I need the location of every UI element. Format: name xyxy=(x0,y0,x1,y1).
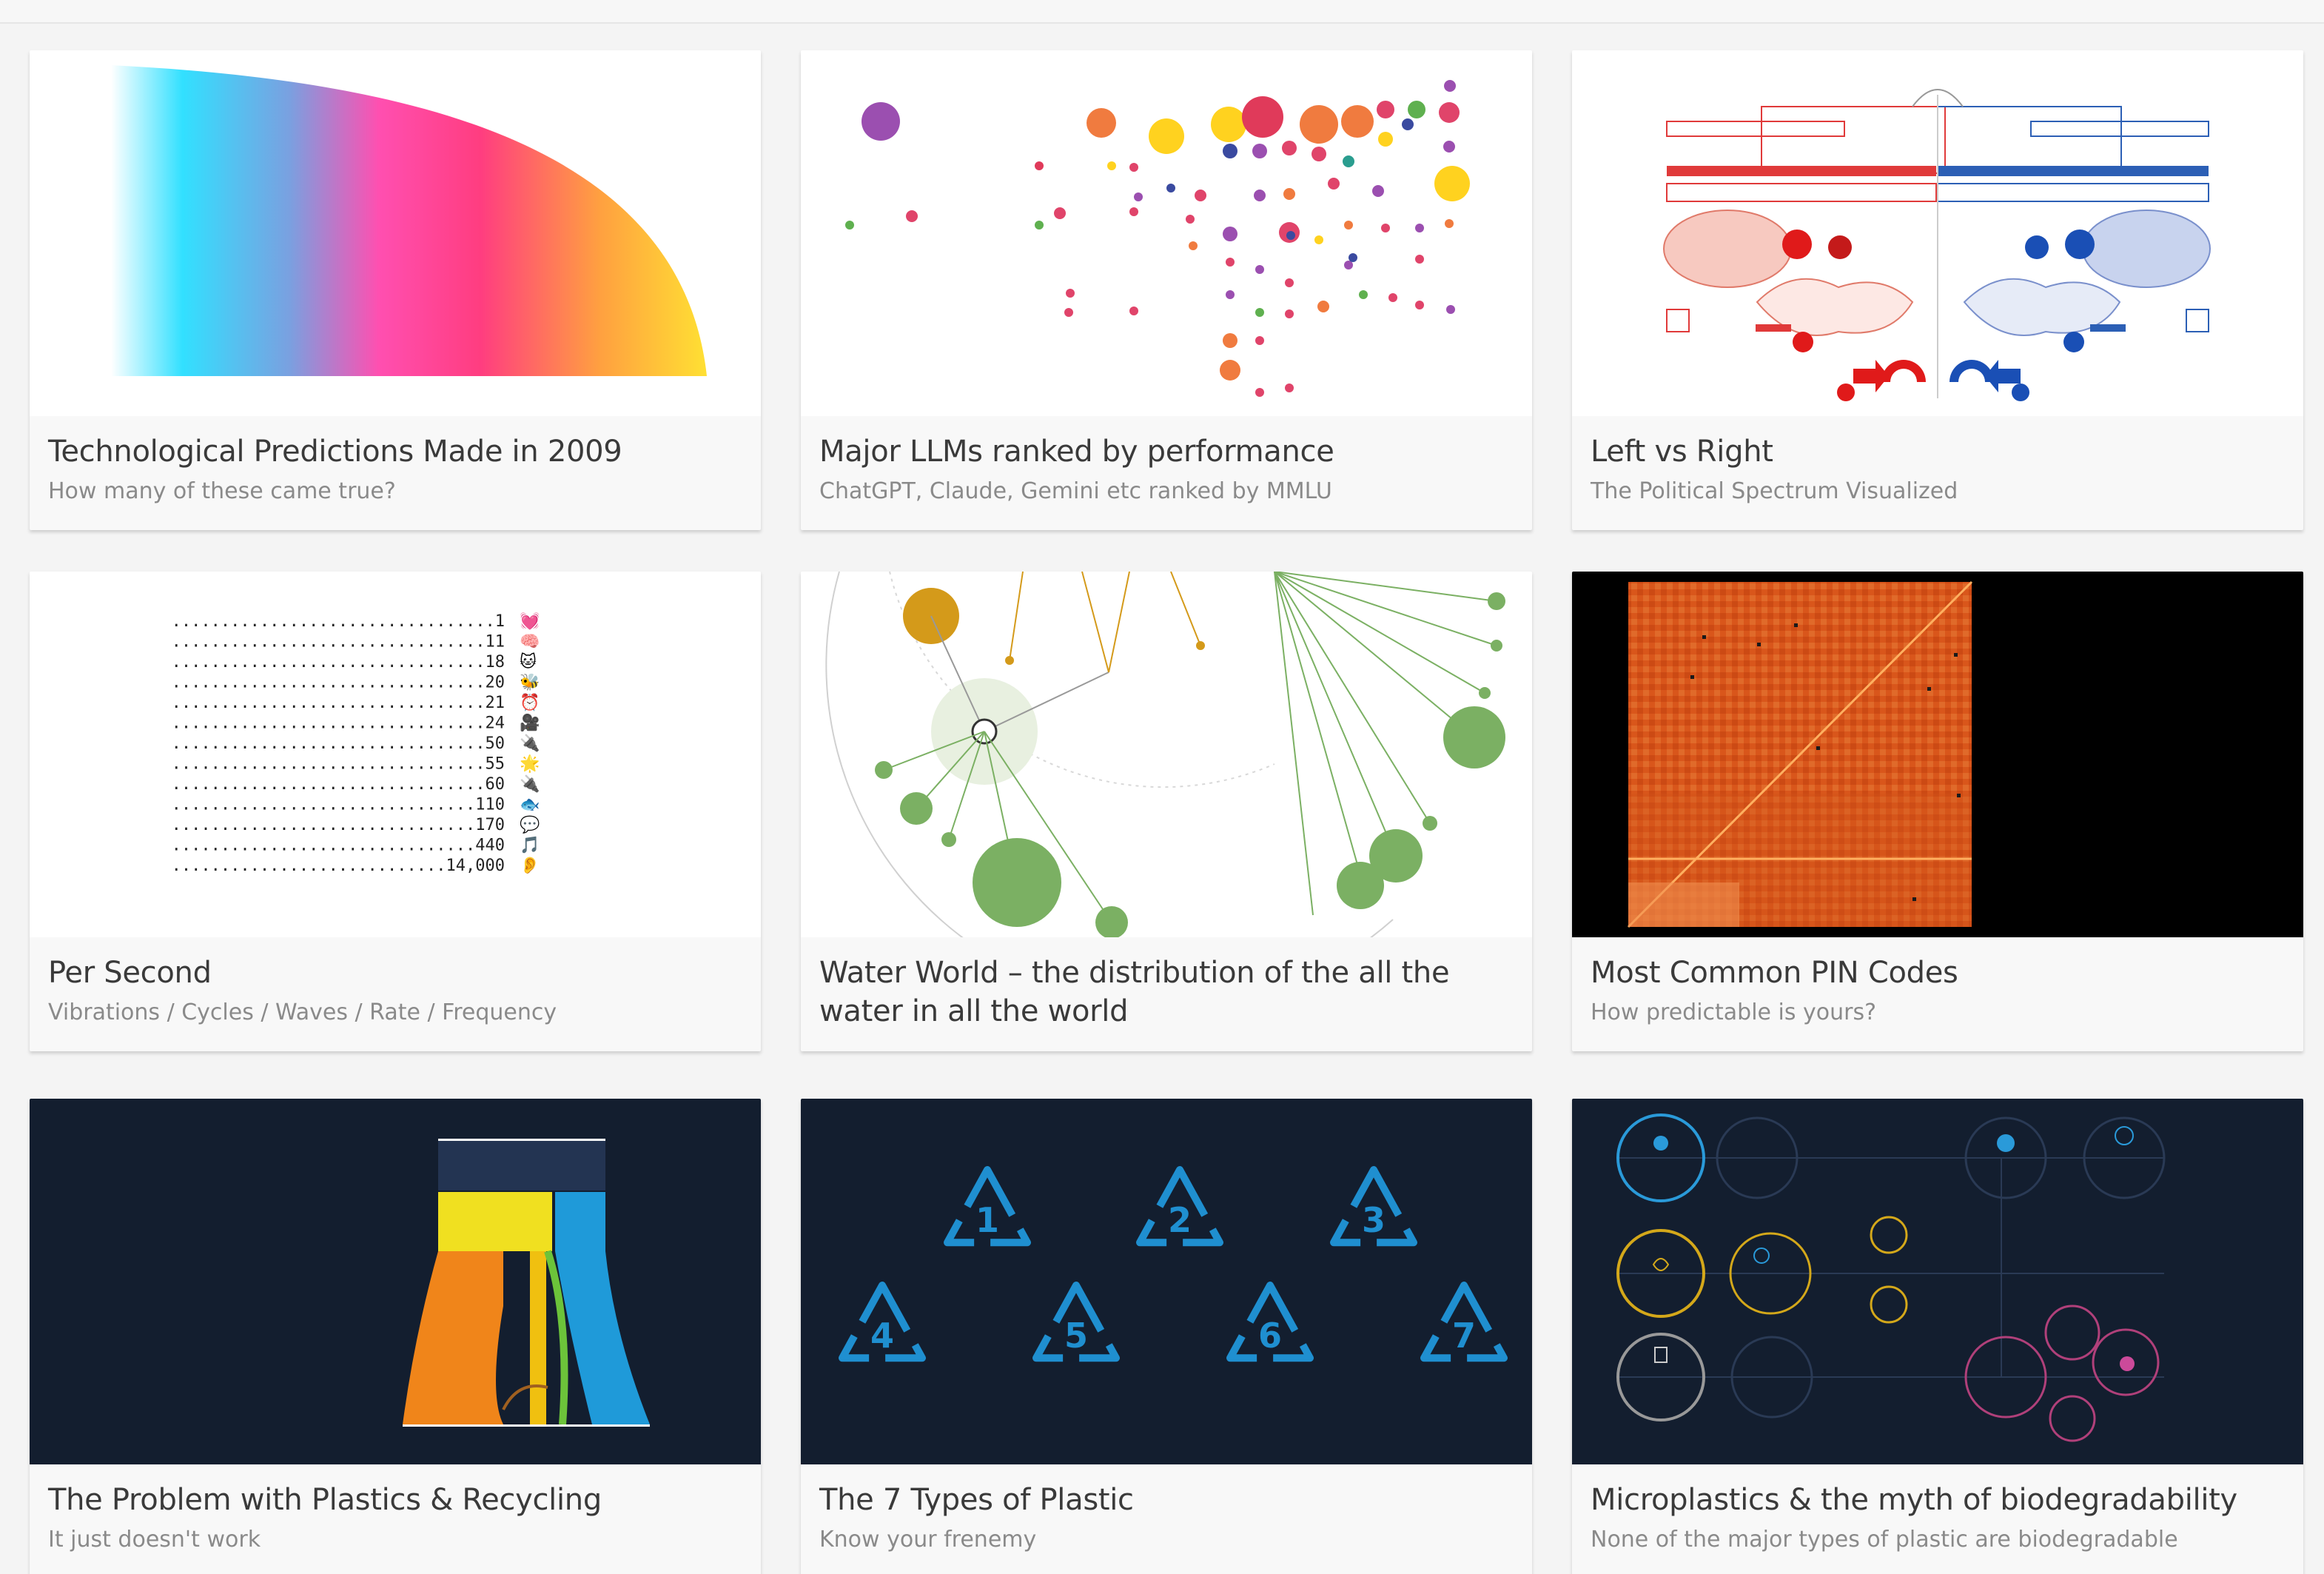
thumbnail-water-world xyxy=(801,572,1532,937)
thumbnail-tech-predictions xyxy=(30,50,761,416)
thumbnail-llm-ranking xyxy=(801,50,1532,416)
gradient-area xyxy=(111,65,707,376)
recycle-symbol-6: 6 xyxy=(1226,1282,1314,1362)
card-title: Water World – the distribution of the al… xyxy=(819,956,1450,1028)
svg-text:4: 4 xyxy=(870,1316,894,1356)
per-second-icon: 🎥 xyxy=(520,714,540,733)
per-second-row: ................................20 xyxy=(172,674,505,692)
per-second-icon: 🧠 xyxy=(520,633,540,652)
card-left-vs-right[interactable]: Left vs Right The Political Spectrum Vis… xyxy=(1572,50,2303,530)
svg-text:7: 7 xyxy=(1452,1316,1476,1356)
top-bar xyxy=(0,0,2324,24)
thumbnail-7-types-plastic: 1 2 3 4 5 6 7 xyxy=(801,1099,1532,1464)
card-subtitle: None of the major types of plastic are b… xyxy=(1591,1527,2178,1553)
card-subtitle: Vibrations / Cycles / Waves / Rate / Fre… xyxy=(48,999,557,1025)
card-microplastics[interactable]: Microplastics & the myth of biodegradabi… xyxy=(1572,1099,2303,1574)
svg-text:1: 1 xyxy=(975,1200,999,1240)
llm-scatter xyxy=(845,80,1470,397)
per-second-icon: 🐱 xyxy=(520,652,537,672)
recycle-symbol-3: 3 xyxy=(1330,1166,1417,1247)
card-subtitle: ChatGPT, Claude, Gemini etc ranked by MM… xyxy=(819,478,1332,504)
recycle-symbol-2: 2 xyxy=(1136,1166,1223,1247)
card-title: Major LLMs ranked by performance xyxy=(819,435,1334,469)
card-subtitle: How many of these came true? xyxy=(48,478,396,504)
per-second-row: ............................14,000 xyxy=(172,857,505,875)
per-second-row: ...............................170 xyxy=(172,816,505,834)
per-second-row: ...............................440 xyxy=(172,837,505,855)
per-second-icon: 🐝 xyxy=(520,673,540,692)
per-second-icon: 👂 xyxy=(520,856,540,875)
svg-text:6: 6 xyxy=(1258,1316,1282,1356)
card-title: Per Second xyxy=(48,956,212,990)
thumbnail-plastics-recycling xyxy=(30,1099,761,1464)
thumbnail-left-vs-right xyxy=(1572,50,2303,416)
card-subtitle: The Political Spectrum Visualized xyxy=(1591,478,1958,504)
card-7-types-plastic[interactable]: 1 2 3 4 5 6 7 The 7 Types of Plastic Know your… xyxy=(801,1099,1532,1574)
recycle-symbol-1: 1 xyxy=(944,1166,1031,1247)
card-tech-predictions[interactable]: Technological Predictions Made in 2009 H… xyxy=(30,50,761,530)
thumbnail-per-second: .................................1 💓.....… xyxy=(30,572,761,937)
per-second-icon: 🐟 xyxy=(520,796,540,814)
per-second-row: ................................11 xyxy=(172,633,505,652)
card-subtitle: It just doesn't work xyxy=(48,1527,261,1553)
card-title: Left vs Right xyxy=(1591,435,1773,469)
per-second-row: ................................60 xyxy=(172,775,505,794)
thumbnail-microplastics xyxy=(1572,1099,2303,1464)
card-pin-codes[interactable]: Most Common PIN Codes How predictable is… xyxy=(1572,572,2303,1051)
per-second-row: ................................21 xyxy=(172,694,505,712)
card-plastics-recycling[interactable]: The Problem with Plastics & Recycling It… xyxy=(30,1099,761,1574)
card-per-second[interactable]: .................................1 💓.....… xyxy=(30,572,761,1051)
svg-text:2: 2 xyxy=(1168,1200,1192,1240)
svg-text:3: 3 xyxy=(1362,1200,1386,1240)
recycle-symbol-5: 5 xyxy=(1032,1282,1120,1362)
per-second-icon: 💓 xyxy=(520,612,540,631)
thumbnail-pin-codes xyxy=(1572,572,2303,937)
card-subtitle: How predictable is yours? xyxy=(1591,999,1877,1025)
card-title: Microplastics & the myth of biodegradabi… xyxy=(1591,1483,2237,1517)
recycle-symbol-7: 7 xyxy=(1420,1282,1508,1362)
card-title: Technological Predictions Made in 2009 xyxy=(48,435,622,469)
per-second-icon: 🌟 xyxy=(520,754,540,774)
recycle-symbols: 1 2 3 4 5 6 7 xyxy=(839,1166,1508,1362)
recycle-symbol-4: 4 xyxy=(839,1282,926,1362)
card-subtitle: Know your frenemy xyxy=(819,1527,1037,1553)
per-second-row: ................................24 xyxy=(172,714,505,733)
card-water-world[interactable]: Water World – the distribution of the al… xyxy=(801,572,1532,1051)
per-second-row: ...............................110 xyxy=(172,796,505,814)
per-second-row: ................................50 xyxy=(172,734,505,753)
card-title: The 7 Types of Plastic xyxy=(819,1483,1134,1517)
card-title: The Problem with Plastics & Recycling xyxy=(48,1483,602,1517)
card-title: Most Common PIN Codes xyxy=(1591,956,1958,990)
per-second-row: ................................55 xyxy=(172,755,505,774)
per-second-row: .................................1 xyxy=(172,612,505,631)
per-second-row: ................................18 xyxy=(172,653,505,672)
svg-text:5: 5 xyxy=(1064,1316,1088,1356)
card-llm-ranking[interactable]: Major LLMs ranked by performance ChatGPT… xyxy=(801,50,1532,530)
per-second-list: .................................1 💓.....… xyxy=(172,612,540,875)
per-second-icon: 💬 xyxy=(520,815,540,834)
per-second-icon: ⏰ xyxy=(520,692,540,712)
per-second-icon: 🔌 xyxy=(520,734,540,753)
per-second-icon: 🎵 xyxy=(520,836,540,855)
per-second-icon: 🔌 xyxy=(520,774,540,794)
